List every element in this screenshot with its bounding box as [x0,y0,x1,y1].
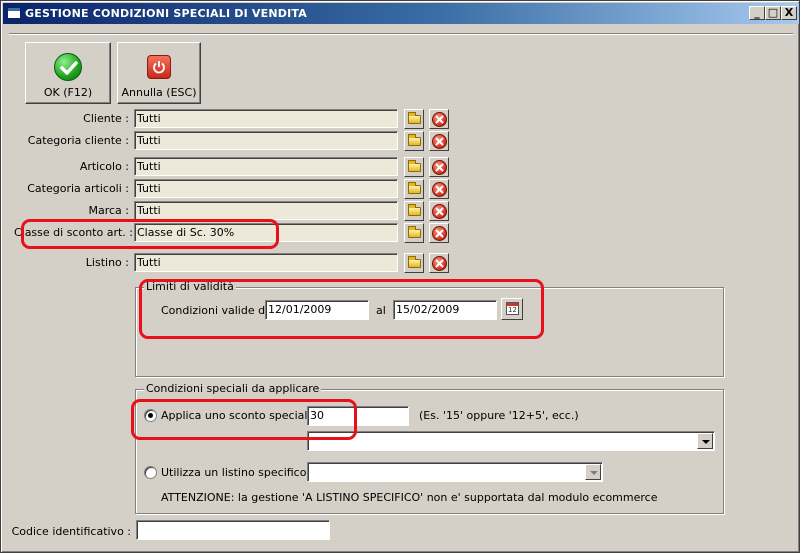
categoria-articoli-field[interactable]: Tutti [134,179,398,198]
discount-hint: (Es. '15' oppure '12+5', ecc.) [419,409,579,422]
folder-icon [408,256,421,268]
folder-icon [408,134,421,146]
categoria-cliente-browse-button[interactable] [404,131,424,151]
cliente-label: Cliente : [83,112,129,125]
marca-clear-button[interactable] [429,201,449,221]
listino-browse-button[interactable] [404,253,424,273]
delete-icon [432,112,447,127]
close-button[interactable]: X [781,6,797,20]
folder-icon [408,182,421,194]
delete-icon [432,160,447,175]
listino-field[interactable]: Tutti [134,253,398,272]
cliente-clear-button[interactable] [429,109,449,129]
pricelist-radio[interactable] [144,466,157,479]
pricelist-warning: ATTENZIONE: la gestione 'A LISTINO SPECI… [161,491,658,504]
categoria-articoli-browse-button[interactable] [404,179,424,199]
articolo-label: Articolo : [79,160,129,173]
classe-sconto-field[interactable]: Classe di Sc. 30% [134,223,398,242]
articolo-field[interactable]: Tutti [134,157,398,176]
delete-icon [432,226,447,241]
title-bar[interactable]: GESTIONE CONDIZIONI SPECIALI DI VENDITA … [3,3,799,24]
folder-icon [408,112,421,124]
separator-highlight [9,34,793,35]
cliente-browse-button[interactable] [404,109,424,129]
chevron-down-icon[interactable] [697,433,713,449]
ok-button-label: OK (F12) [43,86,93,99]
power-icon [147,55,171,79]
categoria-articoli-label: Categoria articoli : [27,182,129,195]
window-title: GESTIONE CONDIZIONI SPECIALI DI VENDITA [25,7,307,20]
marca-browse-button[interactable] [404,201,424,221]
cancel-button[interactable]: Annulla (ESC) [117,42,201,104]
check-icon [54,53,82,81]
identifier-input[interactable] [136,520,330,540]
listino-clear-button[interactable] [429,253,449,273]
articolo-browse-button[interactable] [404,157,424,177]
calendar-button[interactable]: 12 [501,298,523,320]
folder-icon [408,160,421,172]
conditions-group-title: Condizioni speciali da applicare [144,382,322,395]
validity-to-label: al [376,304,386,317]
cancel-button-label: Annulla (ESC) [121,86,197,99]
chevron-down-icon[interactable] [585,464,601,480]
delete-icon [432,134,447,149]
window-app-icon [7,7,21,19]
categoria-cliente-label: Categoria cliente : [27,134,129,147]
categoria-cliente-clear-button[interactable] [429,131,449,151]
delete-icon [432,256,447,271]
classe-sconto-label: Classe di sconto art. : [13,226,133,239]
classe-sconto-browse-button[interactable] [404,223,424,243]
validity-from-label: Condizioni valide dal [161,304,275,317]
pricelist-option-label: Utilizza un listino specifico [161,466,307,479]
validity-to-input[interactable]: 15/02/2009 [393,300,497,320]
discount-input[interactable]: 30 [307,406,409,426]
identifier-label: Codice identificativo : [11,525,131,538]
delete-icon [432,204,447,219]
minimize-button[interactable]: _ [749,6,765,20]
pricelist-select[interactable] [307,462,603,482]
cliente-field[interactable]: Tutti [134,109,398,128]
calendar-icon-day: 12 [508,306,517,314]
marca-label: Marca : [88,204,129,217]
classe-sconto-clear-button[interactable] [429,223,449,243]
categoria-cliente-field[interactable]: Tutti [134,131,398,150]
listino-label: Listino : [85,256,129,269]
folder-icon [408,204,421,216]
folder-icon [408,226,421,238]
validity-from-input[interactable]: 12/01/2009 [265,300,369,320]
discount-radio[interactable] [144,409,157,422]
categoria-articoli-clear-button[interactable] [429,179,449,199]
calendar-icon: 12 [506,302,519,315]
maximize-button[interactable]: □ [765,6,781,20]
delete-icon [432,182,447,197]
discount-select[interactable] [307,431,715,451]
discount-option-label: Applica uno sconto speciale [161,409,315,422]
articolo-clear-button[interactable] [429,157,449,177]
validity-group-title: Limiti di validità [144,280,236,293]
marca-field[interactable]: Tutti [134,201,398,220]
main-window: GESTIONE CONDIZIONI SPECIALI DI VENDITA … [0,0,800,553]
ok-button[interactable]: OK (F12) [25,42,111,104]
